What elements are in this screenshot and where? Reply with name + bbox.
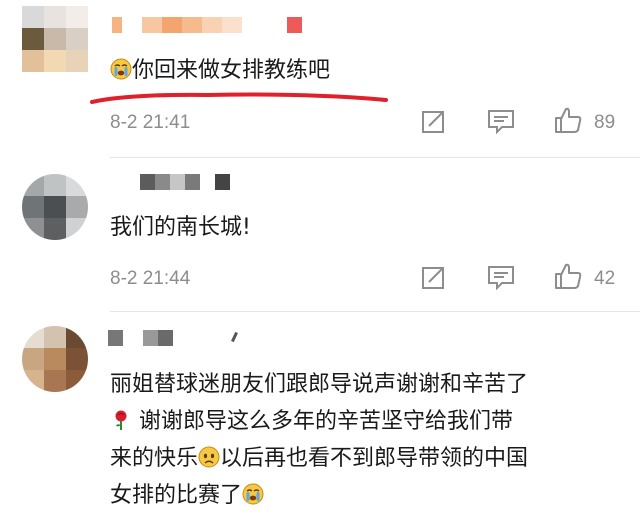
comment-text-content: 你回来做女排教练吧: [132, 58, 331, 83]
username-mosaic[interactable]: [112, 17, 302, 35]
comment-item: 你回来做女排教练吧 8-2 21:41 89: [0, 0, 640, 160]
comment-text-line: 女排的比赛了: [110, 477, 528, 514]
comment-text: 我们的南长城!: [110, 215, 251, 240]
rose-icon: [110, 406, 132, 430]
comment-item: 我们的南长城! 8-2 21:44 42: [0, 160, 640, 318]
loudly-crying-face-icon: [110, 58, 132, 80]
username-mosaic[interactable]: [140, 174, 235, 192]
comment-text-content: 女排的比赛了: [110, 483, 243, 508]
thumbs-up-icon[interactable]: [554, 262, 582, 294]
divider: [110, 157, 640, 158]
comment-text-line: 丽姐替球迷朋友们跟郎导说声谢谢和辛苦了: [110, 372, 529, 397]
loudly-crying-face-icon: [242, 480, 264, 505]
thumbs-up-icon[interactable]: [554, 106, 582, 138]
divider: [110, 311, 640, 312]
comment-icon[interactable]: [487, 108, 515, 138]
comment-timestamp: 8-2 21:41: [110, 112, 191, 133]
comment-text: 丽姐替球迷朋友们跟郎导说声谢谢和辛苦了 谢谢郎导这么多年的辛苦坚守给我们带 来的…: [110, 366, 528, 514]
comment-text: 你回来做女排教练吧: [110, 56, 330, 86]
comment-text-content: 以后再也看不到郎导带领的中国: [220, 446, 529, 471]
comment-item: 丽姐替球迷朋友们跟郎导说声谢谢和辛苦了 谢谢郎导这么多年的辛苦坚守给我们带 来的…: [0, 318, 640, 521]
comment-text-line: 来的快乐 以后再也看不到郎导带领的中国: [110, 440, 528, 477]
avatar[interactable]: [22, 174, 88, 240]
comment-timestamp: 8-2 21:44: [110, 268, 191, 289]
comment-icon[interactable]: [487, 264, 515, 294]
like-count: 42: [594, 268, 616, 289]
avatar[interactable]: [22, 6, 88, 72]
comment-text-content: 来的快乐: [110, 446, 199, 471]
like-count: 89: [594, 112, 616, 133]
username-mosaic[interactable]: [108, 330, 238, 348]
share-icon[interactable]: [421, 264, 447, 294]
sad-face-icon: [198, 443, 220, 468]
red-underline-mark: [90, 92, 388, 104]
avatar[interactable]: [22, 326, 88, 392]
comment-text-content: 谢谢郎导这么多年的辛苦坚守给我们带: [139, 409, 514, 434]
share-icon[interactable]: [421, 108, 447, 138]
comment-text-line: 谢谢郎导这么多年的辛苦坚守给我们带: [110, 403, 528, 440]
